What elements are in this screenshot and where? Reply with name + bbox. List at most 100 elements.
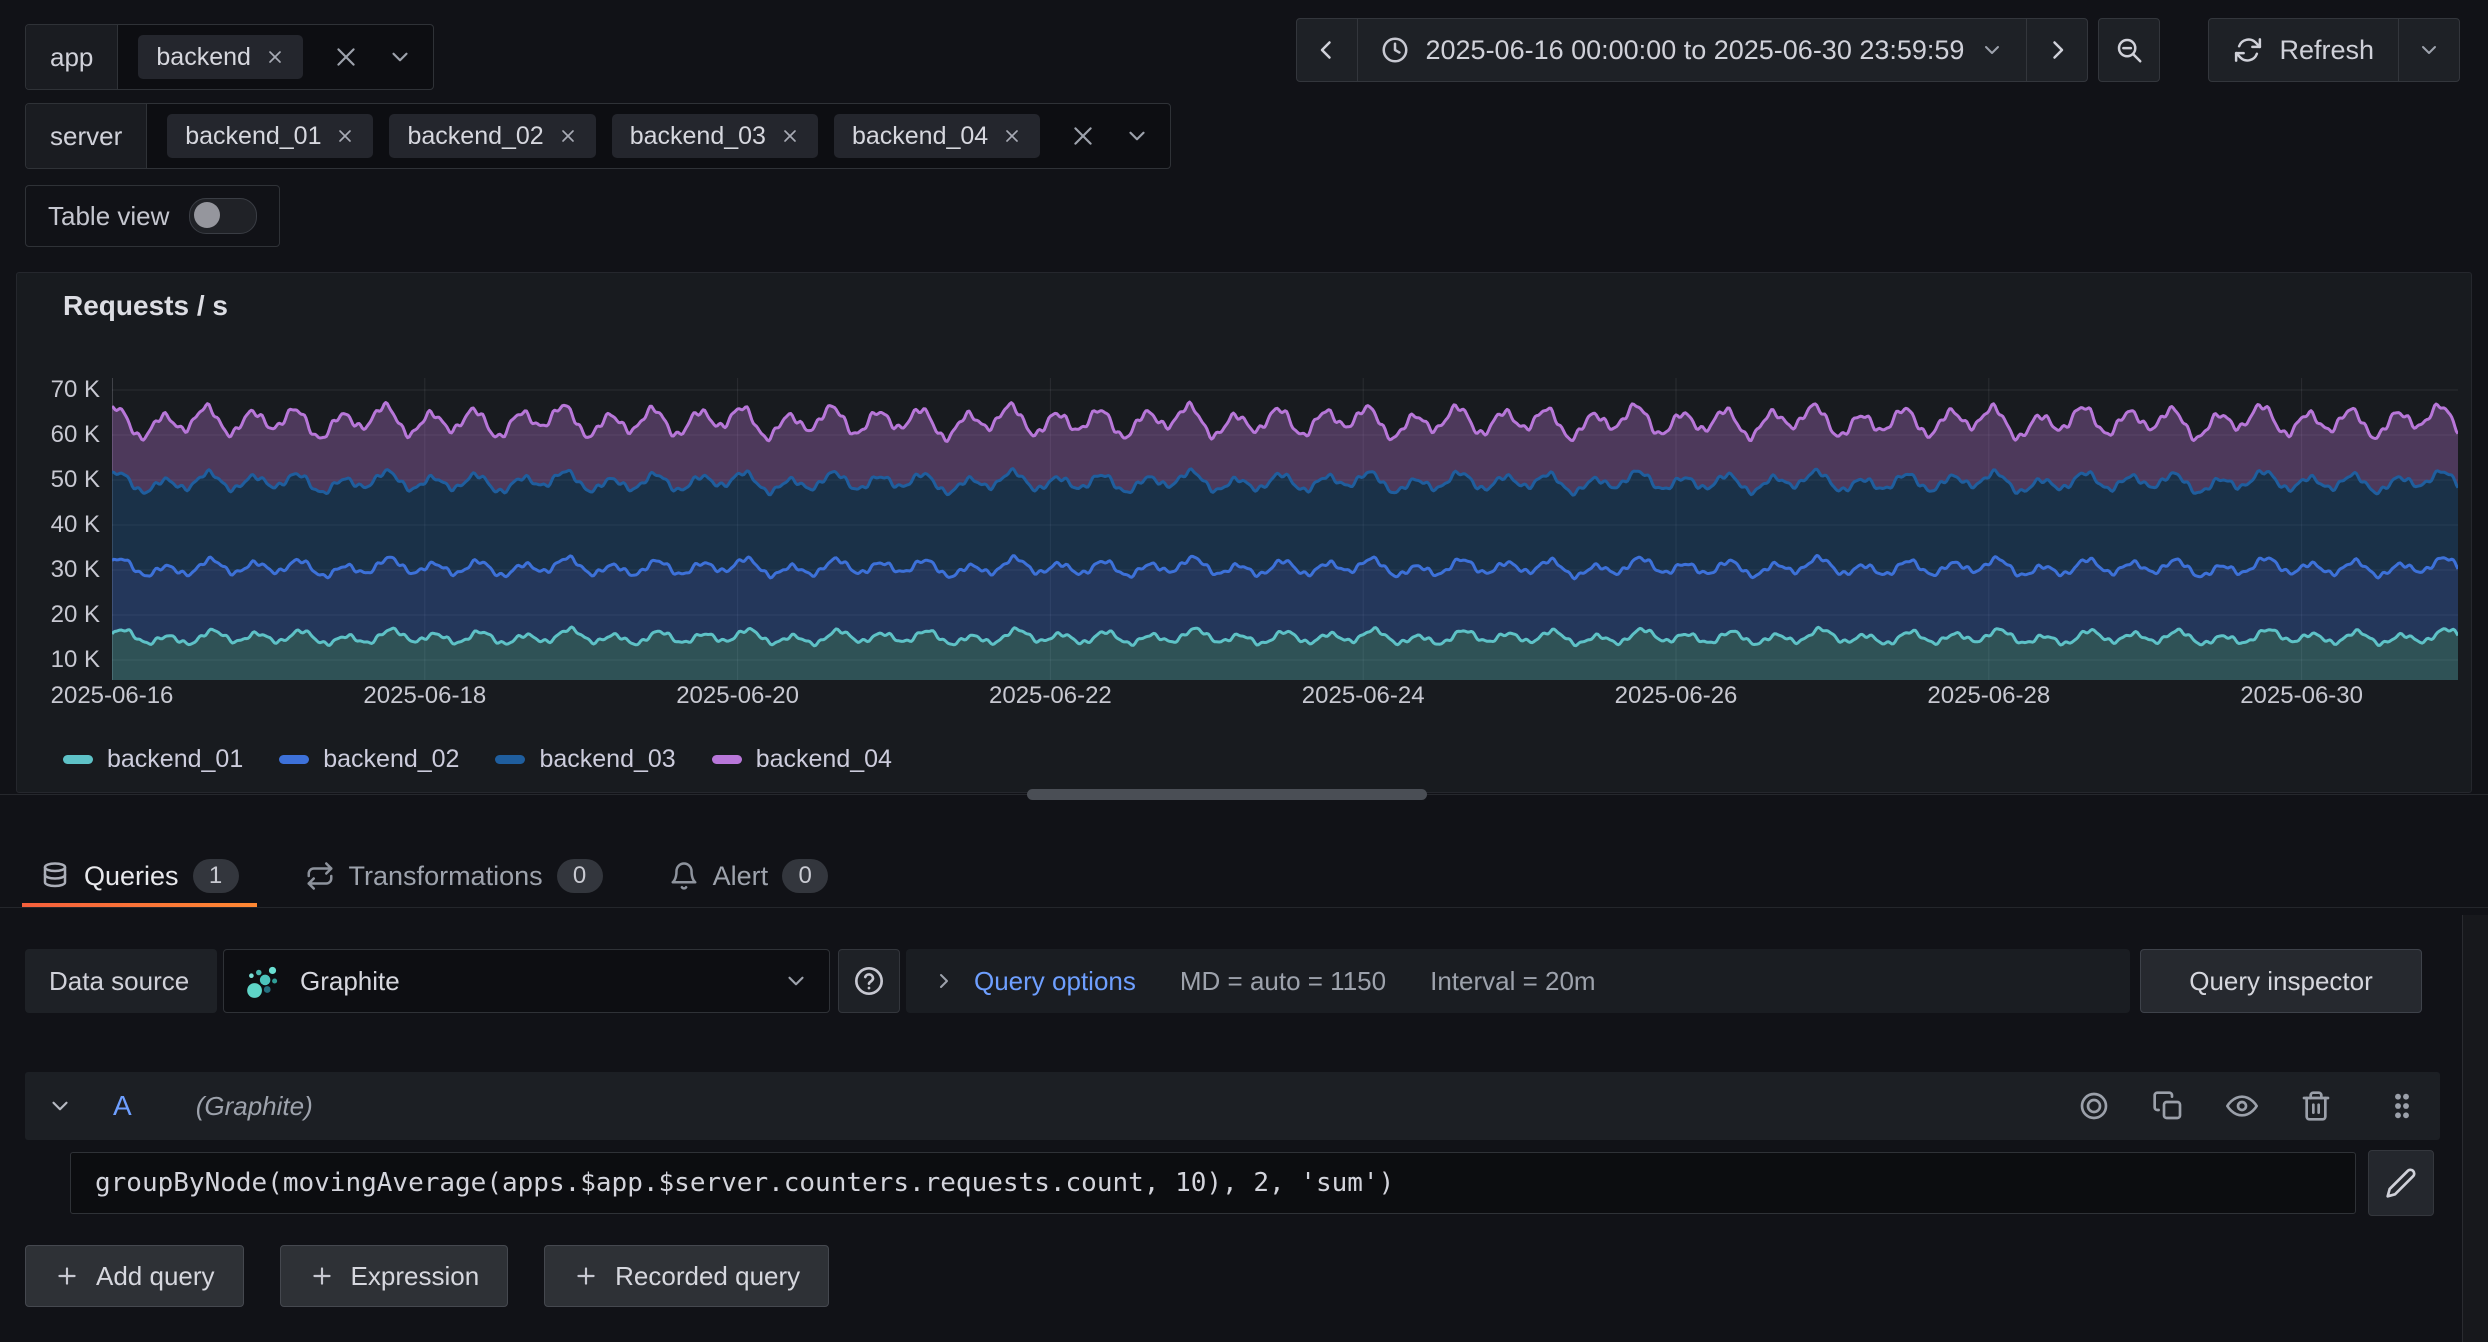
toggle-exemplars-icon[interactable]: [2078, 1090, 2110, 1122]
query-options-toggle[interactable]: Query options: [974, 966, 1136, 997]
add-recorded-query-button[interactable]: Recorded query: [544, 1245, 829, 1307]
add-query-button[interactable]: Add query: [25, 1245, 244, 1307]
tab-alert[interactable]: Alert 0: [651, 845, 847, 907]
clock-icon: [1380, 35, 1410, 65]
variable-tag-label: backend_04: [852, 122, 988, 151]
time-shift-forward-button[interactable]: [2026, 18, 2088, 82]
plus-icon: [573, 1263, 599, 1289]
y-axis-label: 30 K: [28, 557, 100, 583]
query-options-bar: Query options MD = auto = 1150 Interval …: [906, 949, 2130, 1013]
legend-swatch-icon: [495, 755, 525, 764]
chart-legend: backend_01 backend_02 backend_03 backend_04: [63, 745, 892, 774]
tab-transformations[interactable]: Transformations 0: [287, 845, 621, 907]
clear-selection-icon[interactable]: [333, 44, 359, 70]
query-datasource-subtitle: (Graphite): [196, 1091, 313, 1122]
grafana-panel-editor: app backend server backend_01 backend_02…: [0, 0, 2488, 1342]
duplicate-query-icon[interactable]: [2152, 1090, 2184, 1122]
datasource-name: Graphite: [300, 966, 400, 997]
remove-tag-icon[interactable]: [558, 126, 578, 146]
timeseries-plot[interactable]: [112, 378, 2458, 680]
chevron-down-icon: [2417, 38, 2441, 62]
x-axis-label: 2025-06-22: [989, 682, 1112, 710]
remove-tag-icon[interactable]: [1002, 126, 1022, 146]
query-ref-id[interactable]: A: [113, 1090, 132, 1122]
datasource-label: Data source: [25, 949, 217, 1013]
variable-app-label: app: [26, 25, 118, 89]
plus-icon: [309, 1263, 335, 1289]
vertical-scrollbar[interactable]: [2462, 915, 2488, 1342]
x-axis-label: 2025-06-30: [2240, 682, 2363, 710]
x-axis-label: 2025-06-26: [1615, 682, 1738, 710]
expression-label: Expression: [351, 1261, 480, 1292]
legend-swatch-icon: [63, 755, 93, 764]
y-axis-label: 40 K: [28, 512, 100, 538]
chevron-right-icon[interactable]: [932, 969, 956, 993]
search-minus-icon: [2114, 35, 2144, 65]
time-range-text: 2025-06-16 00:00:00 to 2025-06-30 23:59:…: [1426, 35, 1965, 66]
graphite-logo-icon: [244, 962, 282, 1000]
zoom-out-time-button[interactable]: [2098, 18, 2160, 82]
tab-queries[interactable]: Queries 1: [22, 845, 257, 907]
tab-count-badge: 0: [782, 859, 828, 893]
tab-label: Transformations: [349, 861, 543, 892]
x-axis-label: 2025-06-28: [1927, 682, 2050, 710]
refresh-interval-dropdown[interactable]: [2398, 18, 2460, 82]
time-range-button[interactable]: 2025-06-16 00:00:00 to 2025-06-30 23:59:…: [1357, 18, 2028, 82]
transform-icon: [305, 861, 335, 891]
max-data-points-summary: MD = auto = 1150: [1180, 966, 1386, 997]
variable-app-values[interactable]: backend: [118, 25, 433, 89]
delete-query-icon[interactable]: [2300, 1090, 2332, 1122]
drag-handle-icon[interactable]: [2386, 1090, 2418, 1122]
variable-tag-backend-03[interactable]: backend_03: [612, 114, 818, 158]
datasource-help-button[interactable]: [838, 949, 900, 1013]
refresh-button[interactable]: Refresh: [2208, 18, 2399, 82]
time-shift-back-button[interactable]: [1296, 18, 1358, 82]
variable-tag-backend[interactable]: backend: [138, 35, 303, 79]
query-row-actions: [2078, 1090, 2418, 1122]
remove-tag-icon[interactable]: [265, 47, 285, 67]
y-axis-label: 60 K: [28, 422, 100, 448]
y-axis-label: 50 K: [28, 467, 100, 493]
chevron-down-icon[interactable]: [1124, 123, 1150, 149]
pane-resize-handle[interactable]: [1027, 789, 1427, 800]
chevron-down-icon: [1980, 38, 2004, 62]
x-axis-label: 2025-06-18: [363, 682, 486, 710]
legend-item-backend_01[interactable]: backend_01: [63, 745, 243, 774]
chevron-left-icon: [1312, 35, 1342, 65]
variable-tag-label: backend: [156, 43, 251, 72]
datasource-picker[interactable]: Graphite: [223, 949, 830, 1013]
variable-tag-backend-01[interactable]: backend_01: [167, 114, 373, 158]
hide-query-icon[interactable]: [2226, 1090, 2258, 1122]
tab-count-badge: 0: [557, 859, 603, 893]
variable-tag-backend-04[interactable]: backend_04: [834, 114, 1040, 158]
panel-title: Requests / s: [63, 290, 228, 322]
remove-tag-icon[interactable]: [335, 126, 355, 146]
add-expression-button[interactable]: Expression: [280, 1245, 509, 1307]
table-view-toggle[interactable]: [189, 198, 257, 234]
legend-item-backend_04[interactable]: backend_04: [712, 745, 892, 774]
legend-item-backend_03[interactable]: backend_03: [495, 745, 675, 774]
legend-label: backend_04: [756, 745, 892, 774]
chevron-down-icon: [783, 968, 809, 994]
query-expression-input[interactable]: groupByNode(movingAverage(apps.$app.$ser…: [70, 1152, 2356, 1214]
remove-tag-icon[interactable]: [780, 126, 800, 146]
pencil-icon: [2385, 1167, 2417, 1199]
clear-selection-icon[interactable]: [1070, 123, 1096, 149]
table-view-label: Table view: [48, 201, 169, 232]
legend-item-backend_02[interactable]: backend_02: [279, 745, 459, 774]
query-inspector-button[interactable]: Query inspector: [2140, 949, 2422, 1013]
variable-tag-backend-02[interactable]: backend_02: [389, 114, 595, 158]
query-row-header[interactable]: A (Graphite): [25, 1072, 2440, 1140]
toggle-text-edit-button[interactable]: [2368, 1150, 2434, 1216]
query-expression-text: groupByNode(movingAverage(apps.$app.$ser…: [95, 1168, 1394, 1198]
database-icon: [40, 861, 70, 891]
chevron-down-icon[interactable]: [387, 44, 413, 70]
variable-server-label: server: [26, 104, 147, 168]
recorded-query-label: Recorded query: [615, 1261, 800, 1292]
variable-server-values[interactable]: backend_01 backend_02 backend_03 backend…: [147, 104, 1170, 168]
bell-icon: [669, 861, 699, 891]
collapse-row-icon[interactable]: [47, 1093, 73, 1119]
query-footer-buttons: Add query Expression Recorded query: [25, 1245, 829, 1307]
time-toolbar: 2025-06-16 00:00:00 to 2025-06-30 23:59:…: [1296, 18, 2461, 82]
y-axis-label: 70 K: [28, 377, 100, 403]
